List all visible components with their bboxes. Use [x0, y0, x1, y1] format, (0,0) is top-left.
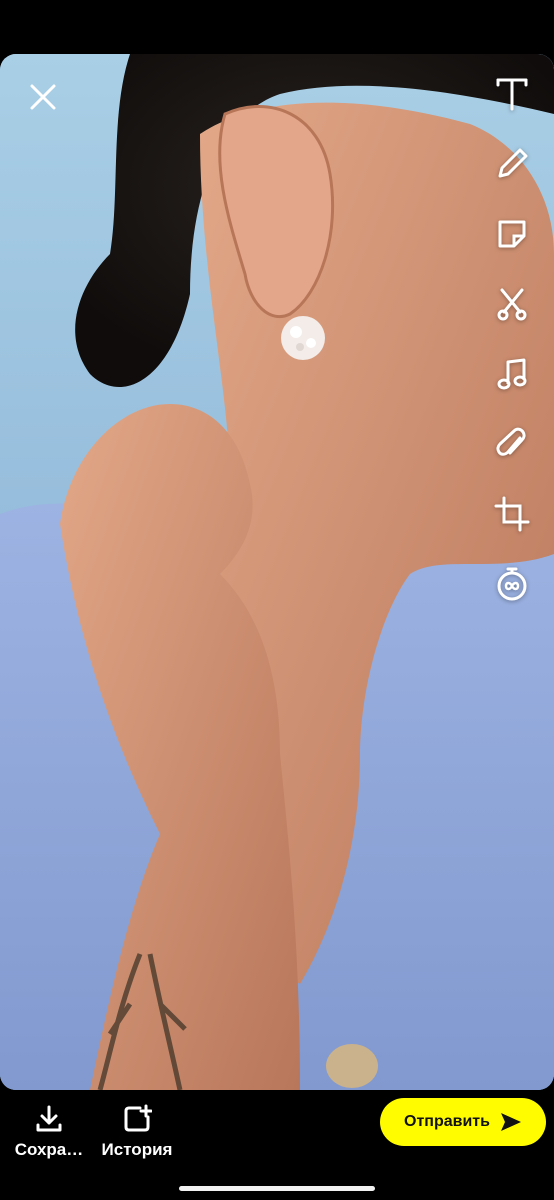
scissors-tool[interactable]	[492, 284, 532, 324]
music-note-icon	[497, 358, 527, 390]
text-tool[interactable]	[492, 74, 532, 114]
edit-toolbar	[492, 74, 532, 634]
music-tool[interactable]	[492, 354, 532, 394]
add-story-icon	[124, 1104, 152, 1132]
download-icon	[36, 1105, 62, 1132]
send-arrow-icon	[500, 1113, 521, 1131]
photo-preview	[0, 54, 554, 1090]
scissors-icon	[497, 288, 527, 321]
pencil-tool[interactable]	[492, 144, 532, 184]
text-icon	[496, 78, 528, 111]
sticker-icon	[498, 220, 526, 248]
sticker-tool[interactable]	[492, 214, 532, 254]
bottom-bar: Сохра… История Отправить	[0, 1090, 554, 1200]
story-button[interactable]: История	[98, 1104, 176, 1160]
crop-tool[interactable]	[492, 494, 532, 534]
crop-icon	[494, 496, 530, 532]
pencil-icon	[498, 148, 528, 178]
home-indicator	[179, 1186, 375, 1191]
timer-tool[interactable]	[492, 564, 532, 604]
send-label: Отправить	[404, 1113, 490, 1130]
timer-icon	[497, 567, 527, 601]
send-button[interactable]: Отправить	[380, 1098, 546, 1146]
close-button[interactable]	[24, 78, 62, 116]
close-icon	[30, 84, 56, 110]
paperclip-icon	[496, 427, 526, 456]
attachment-tool[interactable]	[492, 424, 532, 464]
save-label: Сохра…	[14, 1140, 84, 1159]
save-button[interactable]: Сохра…	[10, 1104, 88, 1160]
story-label: История	[101, 1140, 173, 1159]
